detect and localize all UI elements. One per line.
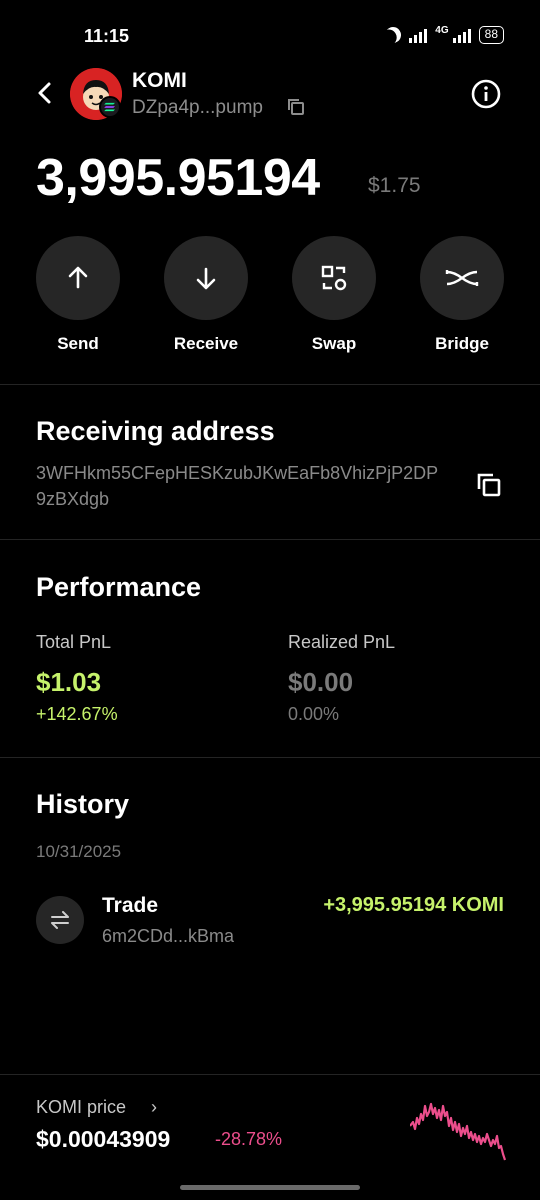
- trade-type: Trade: [102, 894, 159, 917]
- swap-button[interactable]: Swap: [292, 236, 376, 354]
- send-label: Send: [57, 334, 99, 353]
- receiving-address-value[interactable]: 3WFHkm55CFepHESKzubJKwEaFb8VhizPjP2DP9zB…: [36, 460, 446, 512]
- bridge-icon: [445, 270, 479, 286]
- battery-indicator: 88: [478, 26, 504, 44]
- token-address: DZpa4p...pump: [132, 97, 263, 118]
- moon-icon: [382, 24, 404, 46]
- status-time: 11:15: [84, 26, 130, 46]
- realized-pnl-percent: 0.00%: [288, 704, 340, 724]
- swap-button-circle[interactable]: [292, 236, 376, 320]
- back-icon[interactable]: [30, 78, 60, 108]
- bridge-label: Bridge: [435, 334, 489, 353]
- status-bar: 11:15 4G 88: [0, 0, 540, 70]
- divider: [0, 539, 540, 540]
- receive-label: Receive: [173, 334, 239, 353]
- copy-icon[interactable]: [286, 97, 306, 117]
- receiving-address-title: Receiving address: [36, 416, 275, 446]
- status-icons: 4G 88: [382, 24, 504, 46]
- copy-address-icon[interactable]: [476, 472, 502, 498]
- trade-counterparty: 6m2CDd...kBma: [102, 926, 235, 946]
- price-value: $0.00043909: [36, 1126, 171, 1152]
- price-label[interactable]: KOMI price: [36, 1097, 126, 1118]
- send-button-circle[interactable]: [36, 236, 120, 320]
- divider: [0, 757, 540, 758]
- receive-button[interactable]: Receive: [164, 236, 248, 354]
- info-icon[interactable]: [470, 78, 502, 110]
- bridge-button[interactable]: Bridge: [420, 236, 504, 354]
- realized-pnl-label: Realized PnL: [288, 632, 396, 652]
- signal-icon-2: [452, 27, 471, 43]
- divider: [0, 384, 540, 385]
- trade-amount: +3,995.95194 KOMI: [323, 894, 504, 916]
- history-title: History: [36, 789, 130, 819]
- performance-title: Performance: [36, 572, 202, 602]
- trade-icon: [36, 896, 84, 944]
- token-header: KOMI DZpa4p...pump: [0, 66, 540, 126]
- receive-button-circle[interactable]: [164, 236, 248, 320]
- network-label: 4G: [435, 24, 449, 36]
- swap-label: Swap: [311, 334, 357, 353]
- signal-icon: [409, 27, 428, 43]
- bridge-button-circle[interactable]: [420, 236, 504, 320]
- history-date: 10/31/2025: [36, 842, 122, 861]
- total-pnl-value: $1.03: [36, 667, 102, 697]
- solana-chain-icon: [99, 96, 121, 118]
- realized-pnl-value: $0.00: [288, 667, 354, 697]
- total-pnl-percent: +142.67%: [36, 704, 118, 724]
- arrow-up-icon: [68, 266, 88, 289]
- total-pnl-label: Total PnL: [36, 632, 112, 652]
- chevron-right-icon[interactable]: ›: [151, 1097, 157, 1118]
- balance-usd-value: $1.75: [368, 174, 421, 197]
- arrow-down-icon: [196, 267, 216, 290]
- token-name: KOMI: [132, 69, 187, 92]
- swap-icon: [321, 265, 347, 291]
- price-sparkline: [410, 1102, 506, 1161]
- token-balance: 3,995.95194: [36, 149, 320, 207]
- divider: [0, 1074, 540, 1075]
- send-button[interactable]: Send: [36, 236, 120, 354]
- price-change: -28.78%: [215, 1129, 283, 1149]
- home-indicator[interactable]: [180, 1185, 360, 1190]
